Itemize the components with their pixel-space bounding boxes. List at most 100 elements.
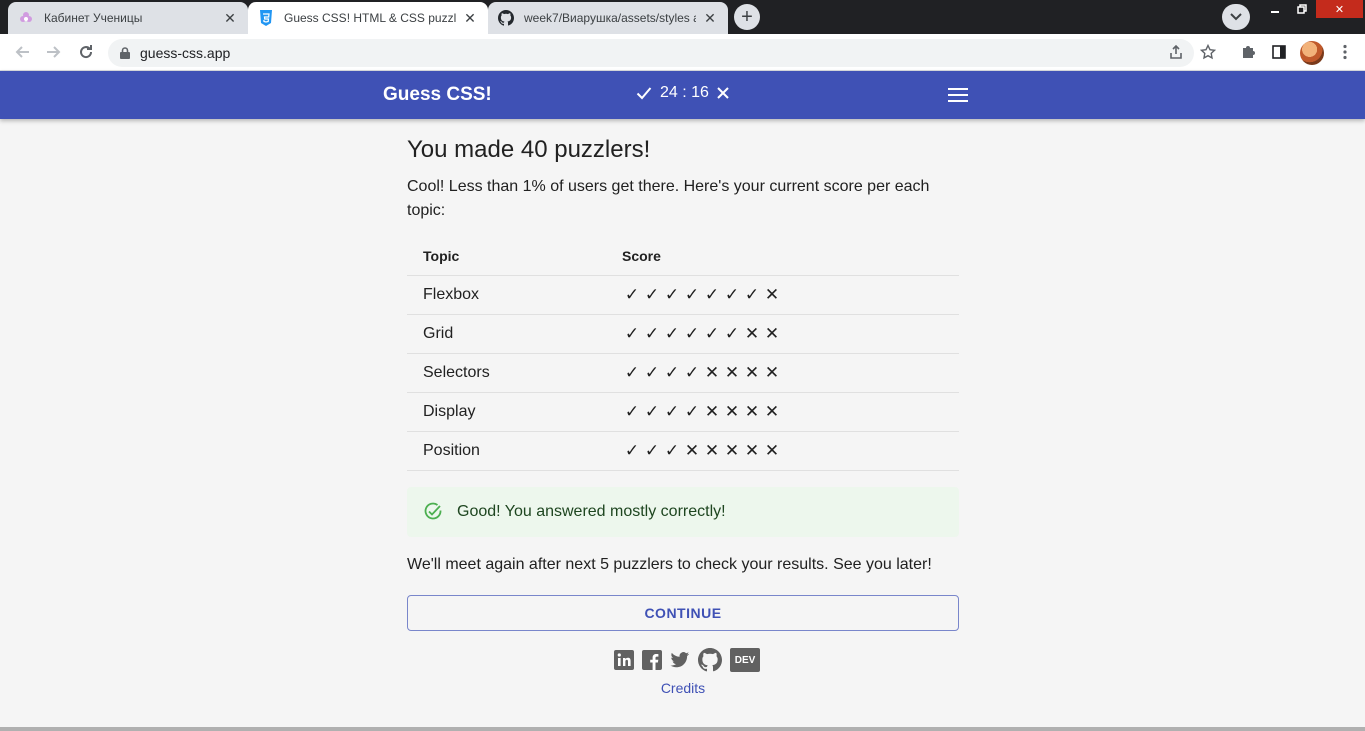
- results-heading: You made 40 puzzlers!: [407, 136, 651, 163]
- score-marks: ✓ ✓ ✓ ✓ ✓ ✓ ✕ ✕: [606, 314, 959, 354]
- url-text: guess-css.app: [140, 45, 231, 61]
- score-marks: ✓ ✓ ✓ ✓ ✕ ✕ ✕ ✕: [606, 392, 959, 432]
- arrow-left-icon: [15, 46, 29, 58]
- address-bar[interactable]: guess-css.app: [108, 39, 1194, 67]
- table-row: Grid ✓ ✓ ✓ ✓ ✓ ✓ ✕ ✕: [407, 314, 959, 354]
- dev-icon[interactable]: DEV: [730, 648, 760, 672]
- check-mark-icon: ✓: [644, 285, 660, 304]
- cross-mark-icon: ✕: [724, 402, 740, 421]
- kebab-menu-icon: [1343, 44, 1347, 60]
- new-tab-button[interactable]: +: [734, 4, 760, 30]
- alert-message: Good! You answered mostly correctly!: [457, 503, 726, 520]
- browser-menu-button[interactable]: [1333, 40, 1357, 64]
- twitter-icon[interactable]: [670, 650, 690, 670]
- close-tab-icon[interactable]: ✕: [222, 10, 238, 27]
- reload-button[interactable]: [74, 40, 98, 64]
- side-panel-button[interactable]: [1267, 40, 1291, 64]
- outro-text: We'll meet again after next 5 puzzlers t…: [407, 556, 932, 573]
- social-links: DEV: [614, 648, 760, 672]
- chevron-down-icon: [1230, 13, 1242, 21]
- score-counter: 24 : 16: [636, 84, 729, 102]
- check-mark-icon: ✓: [744, 285, 760, 304]
- star-icon: [1200, 44, 1216, 60]
- cross-mark-icon: ✕: [744, 402, 760, 421]
- table-row: Selectors ✓ ✓ ✓ ✓ ✕ ✕ ✕ ✕: [407, 353, 959, 393]
- check-mark-icon: ✓: [684, 402, 700, 421]
- browser-toolbar: guess-css.app: [0, 34, 1365, 71]
- puzzle-icon: [1243, 46, 1255, 58]
- check-mark-icon: ✓: [664, 285, 680, 304]
- check-mark-icon: ✓: [684, 363, 700, 382]
- cross-mark-icon: ✕: [764, 324, 780, 343]
- flower-favicon-icon: [18, 10, 34, 26]
- check-mark-icon: ✓: [664, 441, 680, 460]
- restore-window-button[interactable]: [1289, 0, 1315, 18]
- check-mark-icon: ✓: [624, 363, 640, 382]
- minimize-icon: [1271, 11, 1279, 13]
- github-icon[interactable]: [698, 648, 722, 672]
- continue-button[interactable]: CONTINUE: [407, 595, 959, 631]
- extensions-button[interactable]: [1236, 40, 1260, 64]
- check-circle-icon: [423, 502, 443, 522]
- facebook-icon[interactable]: [642, 650, 662, 670]
- cross-mark-icon: ✕: [744, 363, 760, 382]
- cross-mark-icon: ✕: [764, 441, 780, 460]
- back-button[interactable]: [10, 40, 34, 64]
- tab-title: Кабинет Ученицы: [44, 11, 143, 25]
- minimize-window-button[interactable]: [1262, 0, 1288, 18]
- dev-label: DEV: [734, 654, 756, 666]
- arrow-right-icon: [47, 46, 61, 58]
- plus-icon: +: [741, 5, 753, 28]
- restore-icon: [1297, 4, 1307, 14]
- check-mark-icon: ✓: [624, 441, 640, 460]
- check-mark-icon: ✓: [624, 324, 640, 343]
- tab-title: Guess CSS! HTML & CSS puzzler: [284, 11, 456, 25]
- close-tab-icon[interactable]: ✕: [462, 10, 478, 27]
- cross-mark-icon: ✕: [704, 363, 720, 382]
- browser-tab-2[interactable]: Guess CSS! HTML & CSS puzzler ✕: [248, 2, 488, 34]
- check-mark-icon: ✓: [644, 441, 660, 460]
- linkedin-icon[interactable]: [614, 650, 634, 670]
- close-tab-icon[interactable]: ✕: [702, 10, 718, 27]
- share-button[interactable]: [1164, 40, 1188, 64]
- browser-tab-1[interactable]: Кабинет Ученицы ✕: [8, 2, 248, 34]
- check-icon: [636, 87, 652, 100]
- column-header-topic: Topic: [407, 237, 606, 276]
- app-brand[interactable]: Guess CSS!: [383, 84, 492, 106]
- score-table: Topic Score Flexbox ✓ ✓ ✓ ✓ ✓ ✓ ✓ ✕ Grid ✓ ✓ ✓ ✓ ✓ ✓…: [407, 237, 959, 471]
- check-mark-icon: ✓: [664, 363, 680, 382]
- topic-cell: Selectors: [407, 353, 606, 393]
- side-panel-icon: [1272, 45, 1286, 59]
- share-icon: [1170, 44, 1182, 59]
- profile-avatar[interactable]: [1300, 41, 1324, 65]
- credits-link[interactable]: Credits: [407, 680, 959, 696]
- cross-mark-icon: ✕: [724, 363, 740, 382]
- score-text: 24 : 16: [660, 84, 709, 101]
- cross-mark-icon: ✕: [764, 285, 780, 304]
- cross-mark-icon: ✕: [744, 441, 760, 460]
- app-header: Guess CSS! 24 : 16: [0, 71, 1365, 119]
- close-icon: ✕: [1334, 3, 1345, 16]
- forward-button[interactable]: [42, 40, 66, 64]
- tab-search-button[interactable]: [1222, 4, 1250, 30]
- bookmark-button[interactable]: [1196, 40, 1220, 64]
- check-mark-icon: ✓: [644, 402, 660, 421]
- column-header-score: Score: [606, 237, 959, 276]
- cross-icon: [717, 87, 729, 99]
- cross-mark-icon: ✕: [704, 441, 720, 460]
- table-header-row: Topic Score: [407, 237, 959, 276]
- close-window-button[interactable]: ✕: [1316, 0, 1363, 18]
- topic-cell: Flexbox: [407, 275, 606, 315]
- score-marks: ✓ ✓ ✓ ✓ ✓ ✓ ✓ ✕: [606, 275, 959, 315]
- cross-mark-icon: ✕: [744, 324, 760, 343]
- tab-title: week7/Виарушка/assets/styles at: [524, 11, 696, 25]
- hamburger-menu-icon[interactable]: [948, 86, 968, 104]
- browser-tab-3[interactable]: week7/Виарушка/assets/styles at ✕: [488, 2, 728, 34]
- check-mark-icon: ✓: [684, 285, 700, 304]
- cross-mark-icon: ✕: [684, 441, 700, 460]
- score-marks: ✓ ✓ ✓ ✓ ✕ ✕ ✕ ✕: [606, 353, 959, 393]
- check-mark-icon: ✓: [664, 324, 680, 343]
- check-mark-icon: ✓: [624, 402, 640, 421]
- table-row: Display ✓ ✓ ✓ ✓ ✕ ✕ ✕ ✕: [407, 392, 959, 432]
- browser-tabstrip: Кабинет Ученицы ✕ Guess CSS! HTML & CSS …: [0, 0, 1365, 34]
